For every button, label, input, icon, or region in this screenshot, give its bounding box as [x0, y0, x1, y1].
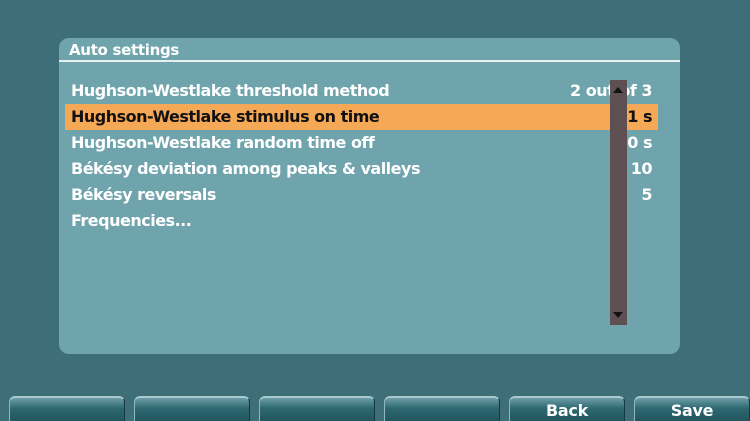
- setting-value: 5: [641, 185, 652, 204]
- scroll-up-arrow-icon[interactable]: [613, 87, 623, 93]
- panel-title: Auto settings: [69, 41, 180, 59]
- setting-value: 1 s: [627, 107, 652, 126]
- setting-value: 10: [630, 159, 653, 178]
- softkey-bar: Back Save: [0, 396, 750, 421]
- setting-label: Békésy reversals: [71, 185, 216, 204]
- back-button[interactable]: Back: [509, 396, 625, 421]
- auto-settings-panel: Auto settings Hughson-Westlake threshold…: [59, 38, 680, 354]
- scrollbar[interactable]: [610, 80, 627, 325]
- scroll-down-arrow-icon[interactable]: [613, 312, 623, 318]
- settings-list: Hughson-Westlake threshold method 2 out …: [65, 78, 658, 234]
- panel-title-bar: Auto settings: [59, 38, 680, 62]
- softkey-1[interactable]: [9, 396, 125, 421]
- setting-row-frequencies[interactable]: Frequencies...: [65, 208, 658, 234]
- softkey-4[interactable]: [384, 396, 500, 421]
- softkey-3[interactable]: [259, 396, 375, 421]
- setting-label: Frequencies...: [71, 211, 192, 230]
- setting-label: Hughson-Westlake random time off: [71, 133, 375, 152]
- save-button[interactable]: Save: [634, 396, 750, 421]
- screen: Auto settings Hughson-Westlake threshold…: [0, 0, 750, 421]
- setting-label: Békésy deviation among peaks & valleys: [71, 159, 420, 178]
- setting-row-random-time-off[interactable]: Hughson-Westlake random time off 0.0 s: [65, 130, 658, 156]
- setting-label: Hughson-Westlake threshold method: [71, 81, 390, 100]
- setting-row-bekesy-reversals[interactable]: Békésy reversals 5: [65, 182, 658, 208]
- setting-row-stimulus-on-time[interactable]: Hughson-Westlake stimulus on time 1 s: [65, 104, 658, 130]
- softkey-2[interactable]: [134, 396, 250, 421]
- setting-label: Hughson-Westlake stimulus on time: [71, 107, 380, 126]
- setting-row-threshold-method[interactable]: Hughson-Westlake threshold method 2 out …: [65, 78, 658, 104]
- setting-row-bekesy-deviation[interactable]: Békésy deviation among peaks & valleys 1…: [65, 156, 658, 182]
